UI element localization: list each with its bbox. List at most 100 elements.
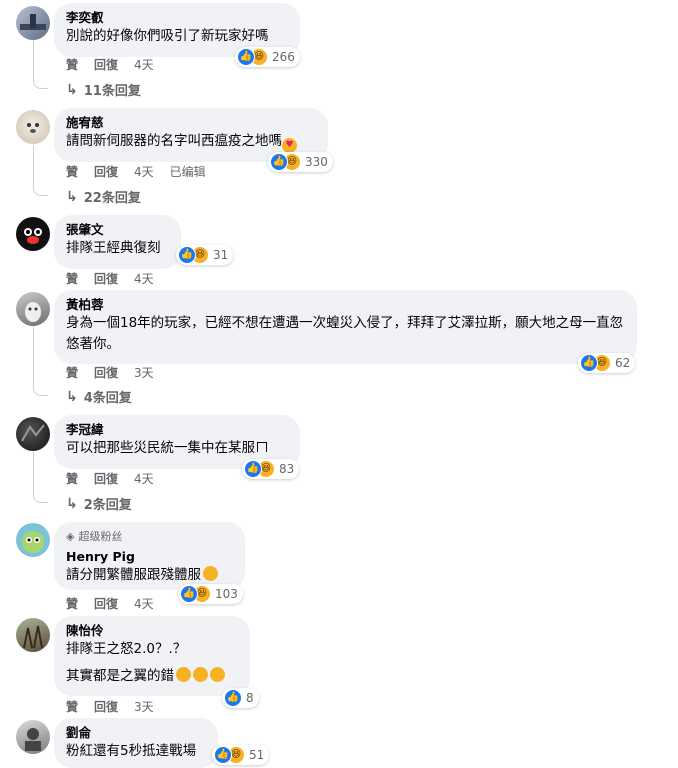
comment-text-body: 可以把那些災民統一集中在某服 bbox=[66, 440, 255, 456]
comment-text: 可以把那些災民統一集中在某服 bbox=[66, 438, 288, 459]
reply-button[interactable]: 回復 bbox=[94, 56, 118, 73]
avatar[interactable] bbox=[16, 217, 50, 251]
comment-actions: 贊 回復 4天 bbox=[66, 470, 154, 487]
like-reaction-icon: 👍 bbox=[237, 48, 255, 66]
comment-author[interactable]: 張肇文 bbox=[66, 222, 169, 238]
like-reaction-icon: 👍 bbox=[244, 460, 262, 478]
reaction-summary[interactable]: 👍 😆 31 bbox=[176, 245, 234, 265]
thread-line bbox=[33, 325, 34, 385]
view-replies-button[interactable]: ↳ 4条回复 bbox=[66, 387, 132, 407]
reply-button[interactable]: 回復 bbox=[94, 470, 118, 487]
avatar[interactable] bbox=[16, 110, 50, 144]
avatar[interactable] bbox=[16, 417, 50, 451]
comment-time[interactable]: 4天 bbox=[134, 470, 154, 487]
comment-author[interactable]: 陳怡伶 bbox=[66, 623, 238, 639]
reaction-summary[interactable]: 👍 😆 266 bbox=[235, 47, 300, 67]
comment-actions: 贊 回復 3天 bbox=[66, 698, 154, 715]
avatar[interactable] bbox=[16, 618, 50, 652]
reply-button[interactable]: 回復 bbox=[94, 364, 118, 381]
comment-bubble: 劉侖 粉紅還有5秒抵達戰場 bbox=[54, 718, 218, 768]
reaction-count: 31 bbox=[213, 248, 229, 262]
rofl-emoji-icon bbox=[210, 667, 225, 682]
avatar[interactable] bbox=[16, 6, 50, 40]
comment-text-body: 請分開繁體服跟殘體服 bbox=[66, 567, 201, 583]
crying-laughing-emoji-icon bbox=[203, 566, 218, 581]
comment-author[interactable]: 李奕叡 bbox=[66, 10, 288, 26]
comment-author[interactable]: 黃柏蓉 bbox=[66, 297, 625, 313]
comment-text: 別說的好像你們吸引了新玩家好嗎 bbox=[66, 28, 269, 44]
reply-arrow-icon: ↳ bbox=[66, 188, 78, 205]
like-reaction-icon: 👍 bbox=[580, 354, 598, 372]
comment-text: 排隊王之怒2.0？.？ bbox=[66, 641, 187, 657]
reaction-summary[interactable]: 👍 😆 83 bbox=[242, 459, 300, 479]
like-button[interactable]: 贊 bbox=[66, 698, 78, 715]
thread-line bbox=[33, 452, 34, 492]
comment-bubble: 張肇文 排隊王經典復刻 bbox=[54, 215, 181, 269]
like-button[interactable]: 贊 bbox=[66, 163, 78, 180]
top-fan-badge: ◈ 超级粉丝 bbox=[66, 529, 233, 544]
reply-arrow-icon: ↳ bbox=[66, 388, 78, 405]
avatar[interactable] bbox=[16, 523, 50, 557]
like-reaction-icon: 👍 bbox=[214, 746, 232, 764]
comment-text: 排隊王經典復刻 bbox=[66, 240, 161, 256]
comment-author[interactable]: 李冠緯 bbox=[66, 422, 288, 438]
reaction-count: 83 bbox=[279, 462, 295, 476]
like-button[interactable]: 贊 bbox=[66, 470, 78, 487]
rofl-emoji-icon bbox=[193, 667, 208, 682]
comment-text: 請分開繁體服跟殘體服 bbox=[66, 565, 233, 586]
comment-author[interactable]: Henry Pig bbox=[66, 549, 233, 565]
reaction-summary[interactable]: 👍 8 bbox=[222, 688, 259, 708]
reply-arrow-icon: ↳ bbox=[66, 81, 78, 98]
view-replies-button[interactable]: ↳ 2条回复 bbox=[66, 494, 132, 514]
comment-time[interactable]: 4天 bbox=[134, 56, 154, 73]
comment-text: 請問新伺服器的名字叫西瘟疫之地嗎 ♥ bbox=[66, 131, 316, 153]
avatar[interactable] bbox=[16, 720, 50, 754]
comment-text: 粉紅還有5秒抵達戰場 bbox=[66, 743, 197, 759]
view-replies-button[interactable]: ↳ 22条回复 bbox=[66, 187, 141, 207]
like-button[interactable]: 贊 bbox=[66, 595, 78, 612]
comment-time[interactable]: 4天 bbox=[134, 163, 154, 180]
like-reaction-icon: 👍 bbox=[180, 585, 198, 603]
comment-text-body: 請問新伺服器的名字叫西瘟疫之地嗎 bbox=[66, 133, 282, 149]
reaction-summary[interactable]: 👍 😆 62 bbox=[578, 353, 636, 373]
thread-connector bbox=[33, 492, 48, 503]
reply-button[interactable]: 回復 bbox=[94, 270, 118, 287]
like-reaction-icon: 👍 bbox=[224, 689, 242, 707]
thread-connector bbox=[33, 185, 48, 196]
reaction-count: 62 bbox=[615, 356, 631, 370]
comment-text: 身為一個18年的玩家，已經不想在遭遇一次蝗災入侵了，拜拜了艾澤拉斯，願大地之母一… bbox=[66, 315, 624, 352]
view-replies-button[interactable]: ↳ 11条回复 bbox=[66, 80, 141, 100]
comment-time[interactable]: 3天 bbox=[134, 364, 154, 381]
like-button[interactable]: 贊 bbox=[66, 56, 78, 73]
like-button[interactable]: 贊 bbox=[66, 270, 78, 287]
replies-count: 4条回复 bbox=[83, 391, 132, 406]
replies-count: 22条回复 bbox=[83, 191, 141, 206]
comment-actions: 贊 回復 4天 bbox=[66, 270, 154, 287]
reply-button[interactable]: 回復 bbox=[94, 163, 118, 180]
reaction-summary[interactable]: 👍 😆 51 bbox=[212, 745, 270, 765]
reaction-summary[interactable]: 👍 😆 330 bbox=[268, 152, 333, 172]
thread-line bbox=[33, 145, 34, 185]
reaction-count: 8 bbox=[246, 691, 254, 705]
like-reaction-icon: 👍 bbox=[270, 153, 288, 171]
reaction-count: 51 bbox=[249, 748, 265, 762]
comment-time[interactable]: 3天 bbox=[134, 698, 154, 715]
thread-line bbox=[33, 40, 34, 78]
comment-time[interactable]: 4天 bbox=[134, 595, 154, 612]
reaction-summary[interactable]: 👍 😆 103 bbox=[178, 584, 243, 604]
comment-bubble: ◈ 超级粉丝 Henry Pig 請分開繁體服跟殘體服 bbox=[54, 522, 245, 590]
rofl-emoji-icon bbox=[176, 667, 191, 682]
reply-button[interactable]: 回復 bbox=[94, 595, 118, 612]
reply-button[interactable]: 回復 bbox=[94, 698, 118, 715]
comment-actions: 贊 回復 4天 bbox=[66, 595, 154, 612]
comment-actions: 贊 回復 3天 bbox=[66, 364, 154, 381]
comment-author[interactable]: 劉侖 bbox=[66, 725, 206, 741]
avatar[interactable] bbox=[16, 292, 50, 326]
comment-bubble: 陳怡伶 排隊王之怒2.0？.？ 其實都是之翼的錯 bbox=[54, 616, 250, 696]
comment-author[interactable]: 施宥慈 bbox=[66, 115, 316, 131]
diamond-icon: ◈ bbox=[66, 530, 75, 543]
comment-time[interactable]: 4天 bbox=[134, 270, 154, 287]
comment-bubble: 黃柏蓉 身為一個18年的玩家，已經不想在遭遇一次蝗災入侵了，拜拜了艾澤拉斯，願大… bbox=[54, 290, 637, 364]
missing-glyph-icon bbox=[257, 442, 267, 452]
like-button[interactable]: 贊 bbox=[66, 364, 78, 381]
